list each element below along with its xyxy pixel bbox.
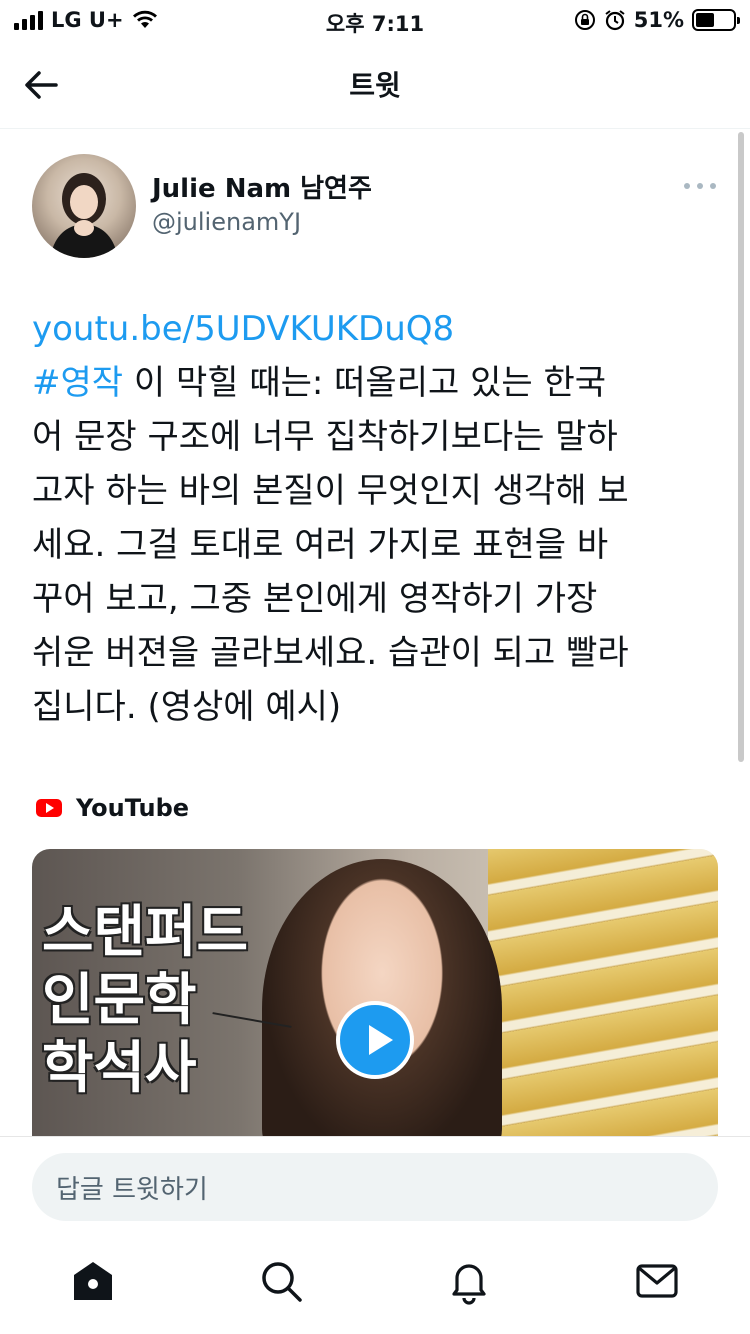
thumbnail-text-line: 학석사 (42, 1036, 197, 1101)
tweet-line: 세요. 그걸 토대로 여러 가지로 표현을 바 (32, 525, 609, 565)
more-dot-icon (710, 183, 716, 189)
scrollbar[interactable] (738, 132, 744, 762)
tweet-line: 이 막힐 때는: 떠올리고 있는 한국 (123, 363, 607, 403)
tweet-line: 고자 하는 바의 본질이 무엇인지 생각해 보 (32, 471, 629, 511)
reply-bar: 답글 트윗하기 (0, 1136, 750, 1237)
money-image (488, 849, 718, 1139)
more-dot-icon (697, 183, 703, 189)
battery-label: 51% (633, 8, 684, 32)
play-icon[interactable] (336, 1001, 414, 1079)
avatar[interactable] (32, 154, 136, 258)
more-options-button[interactable] (684, 176, 716, 196)
battery-icon (692, 9, 740, 31)
header: 트윗 (0, 40, 750, 129)
reply-input[interactable]: 답글 트윗하기 (32, 1153, 718, 1221)
messages-icon (636, 1264, 678, 1298)
tweet-line: 집니다. (영상에 예시) (32, 687, 342, 727)
thumbnail-text: 스탠퍼드 인문학 학석사 (42, 899, 248, 1103)
tweet-line: 어 문장 구조에 너무 집착하기보다는 말하 (32, 417, 618, 457)
thumbnail-text-line: 인문학 (42, 968, 197, 1033)
thumbnail-person (262, 859, 502, 1139)
status-right: 51% (574, 8, 740, 32)
author-handle[interactable]: @julienamYJ (152, 208, 301, 236)
tweet-hashtag[interactable]: #영작 (32, 363, 123, 403)
tweet-line: 꾸어 보고, 그중 본인에게 영작하기 가장 (32, 579, 598, 619)
search-icon (262, 1262, 302, 1302)
author-name[interactable]: Julie Nam 남연주 (152, 168, 372, 205)
nav-home[interactable] (68, 1256, 118, 1306)
tweet-link[interactable]: youtu.be/5UDVKUKDuQ8 (32, 309, 454, 349)
video-card[interactable]: 스탠퍼드 인문학 학석사 (32, 849, 718, 1139)
notifications-icon (452, 1264, 486, 1305)
nav-search[interactable] (256, 1256, 306, 1306)
more-dot-icon (684, 183, 690, 189)
battery-level (696, 13, 715, 27)
tweet-line: 쉬운 버젼을 골라보세요. 습관이 되고 빨라 (32, 633, 629, 673)
link-source: YouTube (36, 794, 189, 822)
thumbnail-text-line: 스탠퍼드 (42, 900, 249, 965)
nav-messages[interactable] (632, 1256, 682, 1306)
source-label: YouTube (76, 794, 190, 822)
tweet-text: youtu.be/5UDVKUKDuQ8 #영작 이 막힐 때는: 떠올리고 있… (32, 302, 722, 734)
avatar-image (50, 173, 118, 258)
rotation-lock-icon (574, 10, 595, 30)
home-icon (74, 1262, 112, 1300)
page-title: 트윗 (349, 69, 401, 102)
status-bar: LG U+ 오후 7:11 51% (0, 0, 750, 40)
alarm-icon (605, 10, 625, 31)
nav-notifications[interactable] (444, 1256, 494, 1306)
youtube-icon (36, 799, 62, 817)
bottom-nav (0, 1236, 750, 1334)
